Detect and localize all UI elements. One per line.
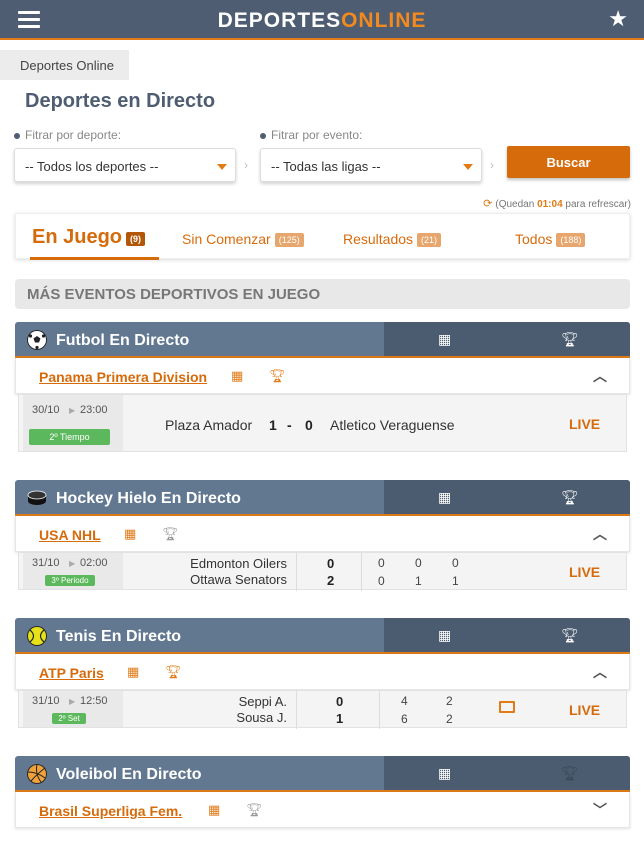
tv-icon[interactable] xyxy=(499,701,515,713)
sport-block-voleibol: Voleibol En Directo ▦ 🏆︎ Brasil Superlig… xyxy=(15,756,630,828)
caret-down-icon xyxy=(217,164,227,170)
refresh-countdown: ⟳ (Quedan 01:04 para refrescar) xyxy=(483,198,631,210)
sport-block-hockey: Hockey Hielo En Directo ▦ 🏆︎ USA NHL ▦ 🏆… xyxy=(15,480,630,591)
trophy-icon[interactable]: 🏆︎ xyxy=(246,802,263,818)
bullet-icon xyxy=(14,132,20,139)
live-link[interactable]: LIVE xyxy=(569,416,600,432)
league-link[interactable]: ATP Paris xyxy=(39,665,104,681)
away-total: 2 xyxy=(327,573,335,588)
site-logo[interactable]: DEPORTESONLINE xyxy=(0,9,644,33)
league-row: USA NHL ▦ 🏆︎ ︿ xyxy=(15,516,630,552)
tab-count-badge: (9) xyxy=(126,232,146,246)
match-row[interactable]: 30/10 ▶ 23:00 2º Tiempo Plaza Amador 1 -… xyxy=(18,394,627,452)
trophy-icon[interactable]: 🏆︎ xyxy=(561,331,579,348)
soccer-ball-icon xyxy=(27,330,47,350)
live-link[interactable]: LIVE xyxy=(569,702,600,718)
sport-filter-label: Fitrar por deporte: xyxy=(14,128,121,142)
chevron-right-icon: › xyxy=(244,158,248,172)
tennis-ball-icon xyxy=(27,626,47,646)
sport-header[interactable]: Hockey Hielo En Directo ▦ 🏆︎ xyxy=(15,480,630,516)
league-row: Panama Primera Division ▦ 🏆︎ ︿ xyxy=(15,358,630,394)
calendar-icon[interactable]: ▦ xyxy=(438,765,451,782)
sport-block-futbol: Futbol En Directo ▦ 🏆︎ Panama Primera Di… xyxy=(15,322,630,452)
sport-header[interactable]: Voleibol En Directo ▦ 🏆︎ xyxy=(15,756,630,792)
trophy-icon[interactable]: 🏆︎ xyxy=(561,489,579,506)
chevron-up-icon[interactable]: ︿ xyxy=(593,524,607,544)
bullet-icon xyxy=(260,132,266,139)
match-row[interactable]: 31/10 ▶ 02:00 3º Periodo Edmonton Oilers… xyxy=(18,552,627,591)
league-row: Brasil Superliga Fem. ▦ 🏆︎ ﹀ xyxy=(15,792,630,828)
sport-filter-select[interactable]: -- Todos los deportes -- xyxy=(14,148,236,182)
status-badge: 2º Tiempo xyxy=(29,429,110,445)
trophy-icon[interactable]: 🏆︎ xyxy=(162,526,179,542)
home-total: 0 xyxy=(336,694,344,709)
trophy-icon[interactable]: 🏆︎ xyxy=(269,368,286,384)
league-link[interactable]: USA NHL xyxy=(39,527,101,543)
tab-sin-comenzar[interactable]: Sin Comenzar (125) xyxy=(182,214,304,260)
league-row: ATP Paris ▦ 🏆︎ ︿ xyxy=(15,654,630,690)
chevron-down-icon[interactable]: ﹀ xyxy=(593,800,607,820)
status-badge: 3º Periodo xyxy=(45,575,95,586)
calendar-icon[interactable]: ▦ xyxy=(438,331,451,348)
search-button[interactable]: Buscar xyxy=(507,146,630,178)
chevron-right-icon: › xyxy=(490,158,494,172)
arrow-right-icon: ▶ xyxy=(69,406,76,415)
tab-resultados[interactable]: Resultados (21) xyxy=(343,214,442,260)
calendar-icon[interactable]: ▦ xyxy=(124,526,136,542)
breadcrumb[interactable]: Deportes Online xyxy=(0,50,129,80)
chevron-up-icon[interactable]: ︿ xyxy=(593,662,607,682)
home-player: Seppi A. xyxy=(238,694,287,709)
calendar-icon[interactable]: ▦ xyxy=(438,627,451,644)
tab-todos[interactable]: Todos (188) xyxy=(515,214,586,260)
away-score: 0 xyxy=(305,417,313,433)
calendar-icon[interactable]: ▦ xyxy=(438,489,451,506)
sport-header[interactable]: Tenis En Directo ▦ 🏆︎ xyxy=(15,618,630,654)
home-total: 0 xyxy=(327,556,335,571)
arrow-right-icon: ▶ xyxy=(69,697,76,706)
event-filter-select[interactable]: -- Todas las ligas -- xyxy=(260,148,482,182)
top-bar: DEPORTESONLINE ★ xyxy=(0,0,644,40)
home-team: Edmonton Oilers xyxy=(190,556,287,571)
trophy-icon[interactable]: 🏆︎ xyxy=(561,627,579,644)
tab-count-badge: (21) xyxy=(417,233,442,247)
away-team: Ottawa Senators xyxy=(190,572,287,587)
league-link[interactable]: Panama Primera Division xyxy=(39,369,207,385)
arrow-right-icon: ▶ xyxy=(69,559,76,568)
sport-block-tenis: Tenis En Directo ▦ 🏆︎ ATP Paris ▦ 🏆︎ ︿ 3… xyxy=(15,618,630,729)
hockey-puck-icon xyxy=(27,490,47,505)
away-player: Sousa J. xyxy=(236,710,287,725)
trophy-icon[interactable]: 🏆︎ xyxy=(165,664,182,680)
chevron-up-icon[interactable]: ︿ xyxy=(593,366,607,386)
event-filter-label: Fitrar por evento: xyxy=(260,128,362,142)
section-heading: MÁS EVENTOS DEPORTIVOS EN JUEGO xyxy=(15,279,630,309)
home-score: 1 xyxy=(269,417,277,433)
favorites-star-icon[interactable]: ★ xyxy=(608,7,628,31)
status-tabs: En Juego (9) Sin Comenzar (125) Resultados… xyxy=(15,213,630,260)
away-team: Atletico Veraguense xyxy=(330,417,455,433)
away-total: 1 xyxy=(336,711,344,726)
sport-header[interactable]: Futbol En Directo ▦ 🏆︎ xyxy=(15,322,630,358)
calendar-icon[interactable]: ▦ xyxy=(127,664,139,680)
tab-count-badge: (188) xyxy=(556,233,586,247)
calendar-icon[interactable]: ▦ xyxy=(231,368,243,384)
trophy-icon[interactable]: 🏆︎ xyxy=(561,765,579,782)
tab-count-badge: (125) xyxy=(274,233,304,247)
home-team: Plaza Amador xyxy=(165,417,253,433)
calendar-icon[interactable]: ▦ xyxy=(208,802,220,818)
match-row[interactable]: 31/10 ▶ 12:50 2º Set Seppi A. Sousa J. 0… xyxy=(18,690,627,729)
status-badge: 2º Set xyxy=(52,713,86,724)
refresh-icon[interactable]: ⟳ xyxy=(483,198,492,210)
league-link[interactable]: Brasil Superliga Fem. xyxy=(39,803,182,819)
volleyball-icon xyxy=(27,764,47,784)
live-link[interactable]: LIVE xyxy=(569,564,600,580)
tab-en-juego[interactable]: En Juego (9) xyxy=(30,214,160,260)
page-title: Deportes en Directo xyxy=(25,90,216,112)
caret-down-icon xyxy=(463,164,473,170)
